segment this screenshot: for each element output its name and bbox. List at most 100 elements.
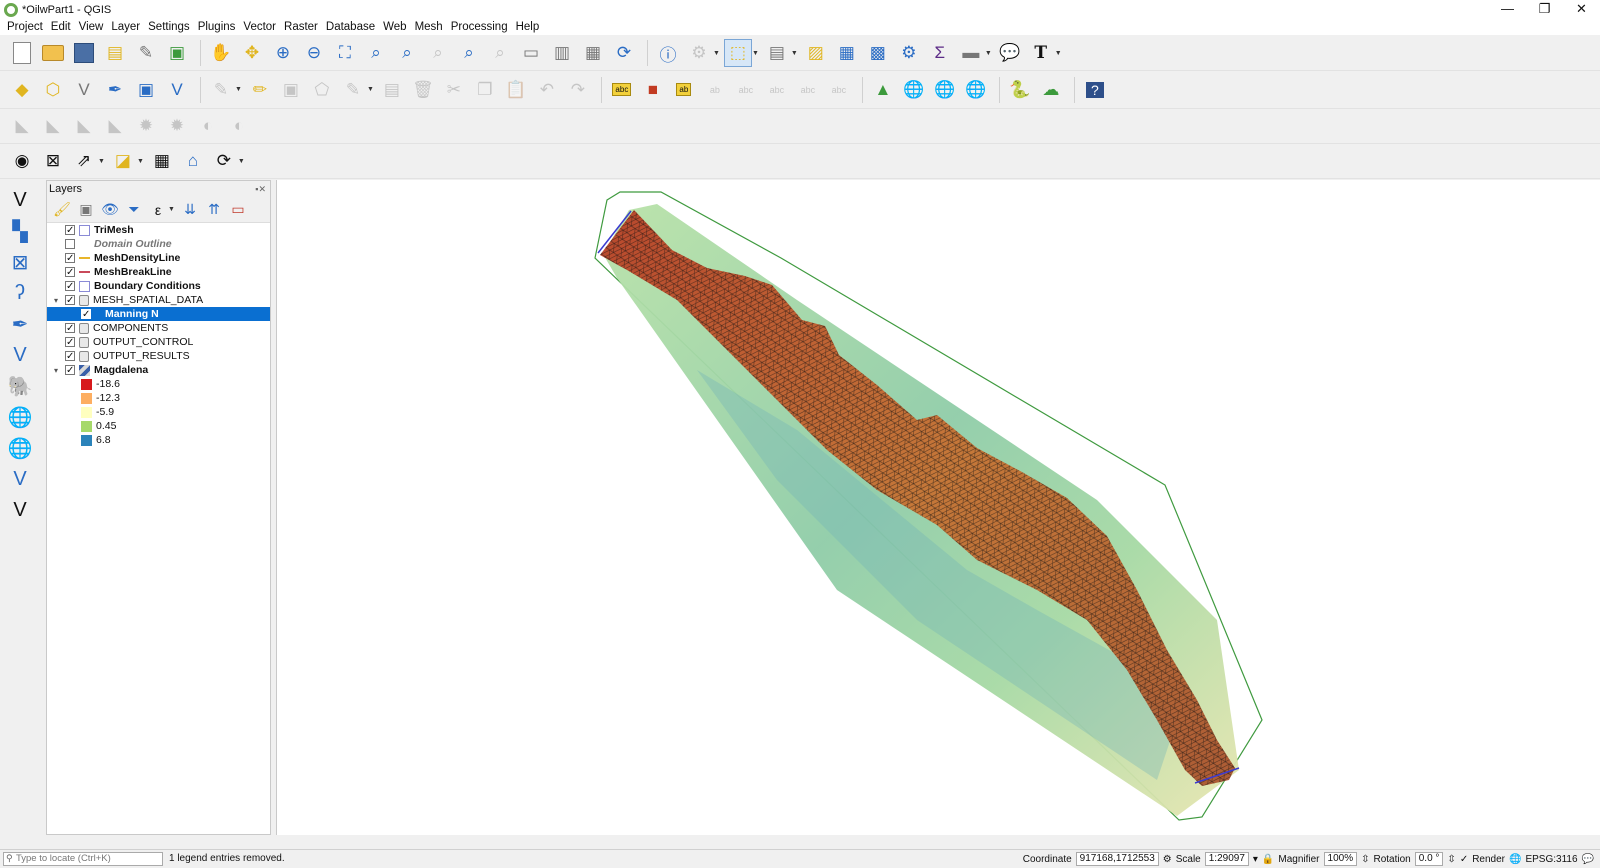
undo-icon[interactable]: ↶ xyxy=(533,76,561,104)
menu-mesh[interactable]: Mesh xyxy=(412,21,448,33)
rotate-label-icon[interactable]: abc xyxy=(794,76,822,104)
layer-mesh-density-line[interactable]: MeshDensityLine xyxy=(47,251,270,265)
collapse-all-icon[interactable]: ⇈ xyxy=(203,199,225,221)
mesh-tool-3-icon[interactable]: ⇗ xyxy=(70,147,98,175)
georeferencer-icon[interactable]: ▲ xyxy=(869,76,897,104)
menu-vector[interactable]: Vector xyxy=(240,21,281,33)
magnifier-stepper-icon[interactable]: ⇳ xyxy=(1361,854,1369,865)
scale-dropdown-icon[interactable]: ▾ xyxy=(1253,854,1258,865)
modify-attributes-icon[interactable]: ▤ xyxy=(378,76,406,104)
zoom-in-icon[interactable]: ⊕ xyxy=(269,39,297,67)
python-console-icon[interactable]: 🐍 xyxy=(1006,76,1034,104)
add-wms-layer-icon[interactable]: 🌐 xyxy=(4,403,36,431)
metasearch-icon[interactable]: 🌐 xyxy=(931,76,959,104)
manage-visibility-icon[interactable]: 👁 xyxy=(99,199,121,221)
shape-tool-4-icon[interactable]: ◣ xyxy=(101,112,129,140)
add-wfs-layer-icon[interactable]: 🌐 xyxy=(4,434,36,462)
redo-icon[interactable]: ↷ xyxy=(564,76,592,104)
new-project-icon[interactable] xyxy=(8,39,36,67)
filter-legend-icon[interactable]: ⏷ xyxy=(123,199,145,221)
delete-selected-icon[interactable]: 🗑 xyxy=(409,76,437,104)
layer-checkbox[interactable] xyxy=(65,225,75,235)
scale-field[interactable]: 1:29097 xyxy=(1204,852,1249,866)
rotation-stepper-icon[interactable]: ⇳ xyxy=(1447,854,1455,865)
layer-mesh-break-line[interactable]: MeshBreakLine xyxy=(47,265,270,279)
new-bookmark-icon[interactable]: ▥ xyxy=(548,39,576,67)
select-features-icon[interactable]: ⬚ xyxy=(723,39,752,67)
zoom-native-icon[interactable]: ⌕ xyxy=(424,39,452,67)
field-calculator-icon[interactable]: Σ xyxy=(926,39,954,67)
add-feature-icon[interactable]: ⬠ xyxy=(308,76,336,104)
menu-processing[interactable]: Processing xyxy=(448,21,513,33)
messages-icon[interactable]: 💬 xyxy=(1582,854,1594,865)
layer-trimesh[interactable]: TriMesh xyxy=(47,223,270,237)
add-virtual-layer-icon[interactable]: V xyxy=(4,341,36,369)
menu-web[interactable]: Web xyxy=(380,21,411,33)
text-annotation-icon[interactable]: T xyxy=(1027,39,1055,67)
crs-button[interactable]: EPSG:3116 xyxy=(1525,854,1577,865)
map-tips-icon[interactable]: 💬 xyxy=(996,39,1024,67)
layer-checkbox[interactable] xyxy=(65,365,75,375)
zoom-out-icon[interactable]: ⊖ xyxy=(300,39,328,67)
shape-tool-3-icon[interactable]: ◣ xyxy=(70,112,98,140)
add-postgis-icon[interactable]: 🐘 xyxy=(4,372,36,400)
render-checkbox-icon[interactable]: ✓ xyxy=(1460,854,1468,865)
zoom-to-layer-icon[interactable]: ⌕ xyxy=(393,39,421,67)
expand-arrow-icon[interactable]: ▾ xyxy=(51,296,61,305)
new-temporary-layer-icon[interactable]: ▣ xyxy=(132,76,160,104)
group-output-results[interactable]: OUTPUT_RESULTS xyxy=(47,349,270,363)
layer-checkbox[interactable] xyxy=(65,337,75,347)
group-output-control[interactable]: OUTPUT_CONTROL xyxy=(47,335,270,349)
locator-search-input[interactable]: Type to locate (Ctrl+K) xyxy=(3,851,163,866)
pan-icon[interactable]: ✋ xyxy=(207,39,235,67)
mesh-tool-1-icon[interactable]: ◉ xyxy=(8,147,36,175)
menu-layer[interactable]: Layer xyxy=(108,21,145,33)
group-mesh-spatial-data[interactable]: ▾ MESH_SPATIAL_DATA xyxy=(47,293,270,307)
statistical-summary-icon[interactable]: ▩ xyxy=(864,39,892,67)
shape-tool-8-icon[interactable]: ◐ xyxy=(225,112,253,140)
add-delimited-text-icon[interactable]: ʔ xyxy=(4,279,36,307)
pan-to-selection-icon[interactable]: ✥ xyxy=(238,39,266,67)
toolbox-icon[interactable]: ⚙ xyxy=(895,39,923,67)
refresh-icon[interactable]: ⟳ xyxy=(610,39,638,67)
menu-view[interactable]: View xyxy=(76,21,109,33)
menu-settings[interactable]: Settings xyxy=(145,21,195,33)
mesh-tool-5-icon[interactable]: ▦ xyxy=(148,147,176,175)
new-spatialite-icon[interactable]: ✒ xyxy=(101,76,129,104)
layer-checkbox[interactable] xyxy=(81,309,91,319)
style-manager-icon[interactable]: ✎ xyxy=(132,39,160,67)
highlight-pinned-labels-icon[interactable]: ab xyxy=(701,76,729,104)
layer-checkbox[interactable] xyxy=(65,253,75,263)
layer-checkbox[interactable] xyxy=(65,267,75,277)
new-map-view-icon[interactable]: ▭ xyxy=(517,39,545,67)
data-source-manager-icon[interactable]: ◆ xyxy=(8,76,36,104)
filter-by-expression-icon[interactable]: ε xyxy=(147,199,169,221)
menu-database[interactable]: Database xyxy=(323,21,380,33)
panel-close-icon[interactable]: ▪✕ xyxy=(255,181,266,197)
save-edits-icon[interactable]: ▣ xyxy=(277,76,305,104)
plugin-icon[interactable]: ☁ xyxy=(1037,76,1065,104)
restore-button[interactable]: ❐ xyxy=(1526,0,1563,20)
layer-domain-outline[interactable]: Domain Outline xyxy=(47,237,270,251)
attribute-table-icon[interactable]: ▦ xyxy=(833,39,861,67)
add-vector-layer-icon[interactable]: V xyxy=(4,186,36,214)
copy-features-icon[interactable]: ❐ xyxy=(471,76,499,104)
group-components[interactable]: COMPONENTS xyxy=(47,321,270,335)
open-project-icon[interactable] xyxy=(39,39,67,67)
layer-checkbox[interactable] xyxy=(65,351,75,361)
new-shapefile-icon[interactable]: V xyxy=(70,76,98,104)
show-hide-labels-icon[interactable]: abc xyxy=(732,76,760,104)
layer-checkbox[interactable] xyxy=(65,323,75,333)
mesh-tool-4-icon[interactable]: ◪ xyxy=(109,147,137,175)
menu-help[interactable]: Help xyxy=(513,21,545,33)
layer-checkbox[interactable] xyxy=(65,295,75,305)
deselect-all-icon[interactable]: ▨ xyxy=(802,39,830,67)
extents-toggle-icon[interactable]: ⚙ xyxy=(1163,854,1172,865)
menu-plugins[interactable]: Plugins xyxy=(195,21,241,33)
menu-raster[interactable]: Raster xyxy=(281,21,323,33)
zoom-next-icon[interactable]: ⌕ xyxy=(486,39,514,67)
close-button[interactable]: ✕ xyxy=(1563,0,1600,20)
new-virtual-layer-icon[interactable]: V xyxy=(163,76,191,104)
show-bookmarks-icon[interactable]: ▦ xyxy=(579,39,607,67)
layer-labeling-icon[interactable]: abc xyxy=(608,76,636,104)
